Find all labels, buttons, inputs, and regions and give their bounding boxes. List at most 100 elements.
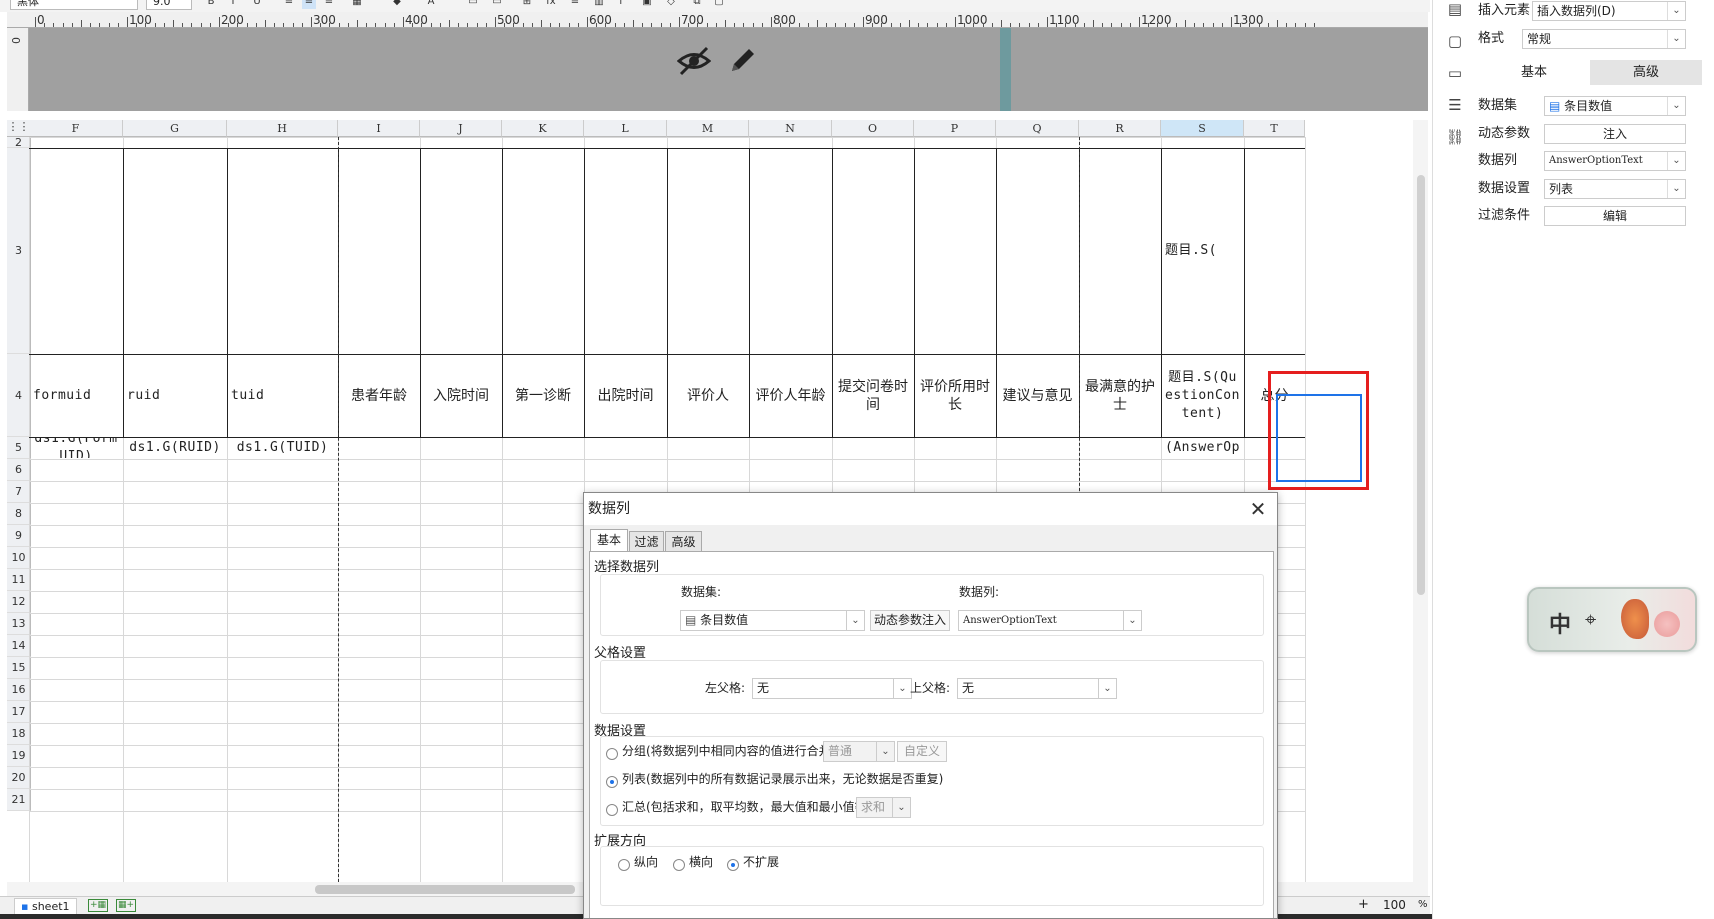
row-header-5[interactable]: 5 <box>7 437 31 459</box>
cell-S2[interactable]: 题目.S( <box>1162 149 1285 353</box>
cell-F4[interactable]: ds1.G(FormUID) <box>30 438 122 458</box>
cell-L3[interactable]: 出院时间 <box>585 355 666 436</box>
col-header-T[interactable]: T <box>1244 120 1305 137</box>
row-header-14[interactable]: 14 <box>7 635 31 657</box>
cell-H3[interactable]: tuid <box>228 355 337 436</box>
select-all-corner[interactable]: ⋮⋮ <box>7 120 31 137</box>
col-header-P[interactable]: P <box>914 120 996 137</box>
cell-S3[interactable]: 题目.S(QuestionContent) <box>1162 355 1243 436</box>
add-sheet-icon[interactable]: +▦ <box>88 899 108 912</box>
row-header-18[interactable]: 18 <box>7 723 31 745</box>
cell-N3[interactable]: 评价人年龄 <box>750 355 831 436</box>
row-header-17[interactable]: 17 <box>7 701 31 723</box>
cell-Q3[interactable]: 建议与意见 <box>997 355 1078 436</box>
group-mode-select[interactable]: 普通 ⌄ <box>823 741 895 762</box>
col-header-R[interactable]: R <box>1079 120 1161 137</box>
edit-pencil-icon[interactable] <box>727 44 759 76</box>
row-header-15[interactable]: 15 <box>7 657 31 679</box>
row-header-8[interactable]: 8 <box>7 503 31 525</box>
row-header-9[interactable]: 9 <box>7 525 31 547</box>
floating-ime-widget[interactable]: 中 ⌖ <box>1527 587 1697 652</box>
image-icon[interactable]: ▣ <box>640 0 654 9</box>
radio-list[interactable] <box>606 776 618 788</box>
insert-element-select[interactable]: 插入数据列(D) ⌄ <box>1532 1 1686 21</box>
list-icon[interactable]: ☰ <box>1445 96 1465 114</box>
frame-icon[interactable]: ▢ <box>712 0 726 9</box>
hide-eye-icon[interactable] <box>677 44 711 78</box>
align-right-icon[interactable]: ≡ <box>322 0 336 9</box>
row-header-19[interactable]: 19 <box>7 745 31 767</box>
insert-row-icon[interactable]: ⊞ <box>520 0 534 9</box>
cell-K3[interactable]: 第一诊断 <box>503 355 583 436</box>
font-name-select[interactable]: 黑体 <box>10 0 138 10</box>
row-header-11[interactable]: 11 <box>7 569 31 591</box>
dlg-dataset-select[interactable]: ▤ 条目数值 ⌄ <box>680 610 865 631</box>
copy-icon[interactable]: ⧉ <box>690 0 704 9</box>
sheet-tab[interactable]: ▪ sheet1 <box>14 898 77 915</box>
dynamic-param-inject-button[interactable]: 动态参数注入 <box>870 610 950 631</box>
summary-mode-select[interactable]: 求和 ⌄ <box>856 797 911 818</box>
col-header-F[interactable]: F <box>29 120 123 137</box>
col-header-L[interactable]: L <box>584 120 667 137</box>
widget-icon[interactable]: ▭ <box>1445 64 1465 82</box>
tab-basic[interactable]: 基本 <box>1478 60 1590 85</box>
cell-G4[interactable]: ds1.G(RUID) <box>124 438 226 458</box>
cell-J3[interactable]: 入院时间 <box>421 355 501 436</box>
font-size-select[interactable]: 9.0 <box>146 0 192 10</box>
radio-summary[interactable] <box>606 804 618 816</box>
col-header-H[interactable]: H <box>227 120 338 137</box>
radio-group[interactable] <box>606 748 618 760</box>
dataset-select[interactable]: ▤ 条目数值 ⌄ <box>1544 96 1686 116</box>
wrap-icon[interactable]: ≡ <box>568 0 582 9</box>
border-icon[interactable]: ▦ <box>350 0 364 9</box>
dialog-tab-advanced[interactable]: 高级 <box>665 531 702 552</box>
radio-horizontal[interactable] <box>673 859 685 871</box>
tab-advanced[interactable]: 高级 <box>1590 60 1702 85</box>
link-icon[interactable]: ⛓ <box>1445 128 1465 146</box>
col-header-O[interactable]: O <box>832 120 914 137</box>
align-left-icon[interactable]: ≡ <box>282 0 296 9</box>
row-header-12[interactable]: 12 <box>7 591 31 613</box>
italic-icon[interactable]: I <box>226 0 240 9</box>
chart-icon[interactable]: ▥ <box>592 0 606 9</box>
shape-icon[interactable]: ◇ <box>664 0 678 9</box>
align-center-icon[interactable]: ≡ <box>302 0 316 9</box>
fill-color-icon[interactable]: ◆ <box>390 0 404 9</box>
format-select[interactable]: 常规 ⌄ <box>1522 29 1686 49</box>
col-header-G[interactable]: G <box>123 120 227 137</box>
cell-M3[interactable]: 评价人 <box>668 355 748 436</box>
cell-F3[interactable]: formuid <box>30 355 122 436</box>
function-icon[interactable]: f <box>614 0 628 9</box>
cell-O3[interactable]: 提交问卷时间 <box>833 355 913 436</box>
cell-R3[interactable]: 最满意的护士 <box>1080 355 1160 436</box>
zoom-value[interactable]: 100 <box>1383 898 1406 912</box>
cell-G3[interactable]: ruid <box>124 355 226 436</box>
row-header-4[interactable]: 4 <box>7 354 31 437</box>
col-header-M[interactable]: M <box>667 120 749 137</box>
row-header-13[interactable]: 13 <box>7 613 31 635</box>
element-icon[interactable]: ▤ <box>1445 0 1465 18</box>
column-select[interactable]: AnswerOptionText ⌄ <box>1544 151 1686 171</box>
row-header-20[interactable]: 20 <box>7 767 31 789</box>
row-header-16[interactable]: 16 <box>7 679 31 701</box>
dlg-column-select[interactable]: AnswerOptionText ⌄ <box>958 610 1142 631</box>
page-edit-area[interactable]: 0 100 200 300 400 500 600 700 800 900 1000 1100 1200… <box>7 12 1428 111</box>
unmerge-icon[interactable]: ▭ <box>490 0 504 9</box>
col-header-J[interactable]: J <box>420 120 502 137</box>
font-color-icon[interactable]: A <box>424 0 438 9</box>
cell-icon[interactable]: ▢ <box>1445 32 1465 50</box>
dialog-tab-basic[interactable]: 基本 <box>590 529 628 552</box>
horizontal-scroll-thumb[interactable] <box>315 885 575 894</box>
bold-icon[interactable]: B <box>204 0 218 9</box>
cell-P3[interactable]: 评价所用时长 <box>915 355 995 436</box>
row-header-2[interactable]: 2 <box>7 136 31 149</box>
row-header-3[interactable]: 3 <box>7 148 31 354</box>
row-header-21[interactable]: 21 <box>7 789 31 811</box>
row-header-10[interactable]: 10 <box>7 547 31 569</box>
radio-vertical[interactable] <box>618 859 630 871</box>
dialog-tab-filter[interactable]: 过滤 <box>629 531 664 552</box>
col-header-N[interactable]: N <box>749 120 832 137</box>
zoom-in-icon[interactable]: + <box>1358 897 1369 912</box>
row-header-7[interactable]: 7 <box>7 481 31 503</box>
cell-S4[interactable]: 条目数值.S(AnswerOptionText) <box>1162 438 1243 458</box>
